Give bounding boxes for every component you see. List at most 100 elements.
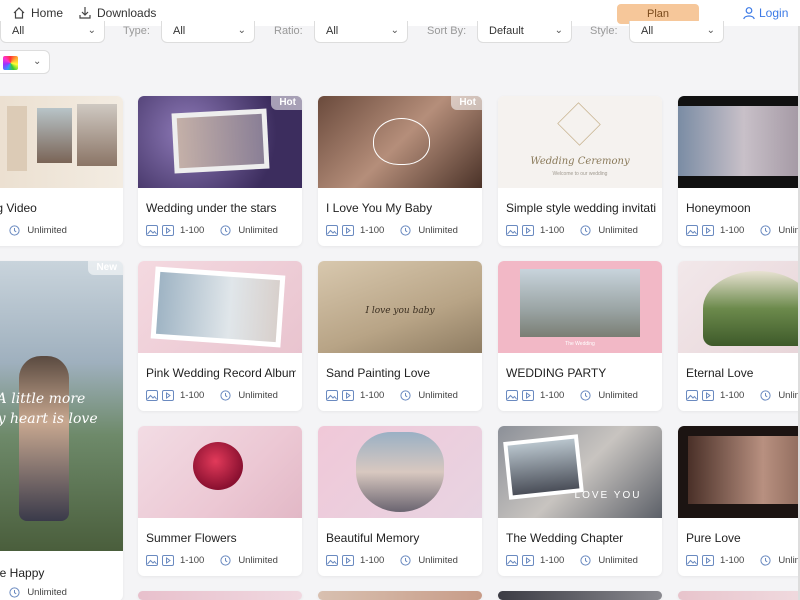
template-thumbnail — [138, 426, 302, 518]
template-meta: 1-100 Unlim — [686, 390, 800, 401]
template-card[interactable]: Honeymoon 1-100 Unlim — [678, 96, 800, 246]
clock-icon — [9, 587, 20, 598]
image-icon — [506, 225, 518, 236]
image-icon — [146, 225, 158, 236]
template-meta: 1-100 Unlimited — [0, 587, 67, 598]
template-thumbnail — [678, 96, 800, 188]
duration-label: Unlimited — [238, 390, 278, 401]
template-thumbnail: A little more my heart is love New — [0, 261, 123, 551]
image-icon — [146, 390, 158, 401]
template-title: Eternal Love — [686, 366, 754, 380]
clip-range: 1-100 — [720, 225, 745, 236]
duration-label: Unlimited — [598, 390, 638, 401]
clip-range: 1-100 — [540, 225, 565, 236]
clip-range: 1-100 — [540, 390, 565, 401]
template-title: WEDDING PARTY — [506, 366, 607, 380]
video-icon — [702, 390, 714, 401]
clip-range: 1-100 — [360, 225, 385, 236]
template-grid: edding Video 1-100 Unlimited Hot Wedding… — [0, 0, 800, 600]
chapter-caption: LOVE YOU — [574, 490, 642, 501]
template-meta: 1-100 Unlimited — [326, 555, 458, 566]
video-icon — [162, 390, 174, 401]
template-title: Pure Love — [686, 531, 741, 545]
template-card[interactable] — [138, 591, 302, 600]
video-icon — [702, 555, 714, 566]
template-card[interactable]: Wedding Ceremony Welcome to our wedding … — [498, 96, 662, 246]
template-meta: 1-100 Unlimited — [506, 555, 638, 566]
video-icon — [522, 390, 534, 401]
template-title: Simple style wedding invitati... — [506, 201, 656, 215]
duration-label: Unlimited — [598, 555, 638, 566]
video-icon — [702, 225, 714, 236]
template-thumbnail — [318, 426, 482, 518]
template-card[interactable]: The Wedding WEDDING PARTY 1-100 Unlimite… — [498, 261, 662, 411]
video-icon — [522, 225, 534, 236]
template-meta: 1-100 Unlimited — [146, 390, 278, 401]
template-thumbnail: Hot — [138, 96, 302, 188]
template-thumbnail: Hot — [318, 96, 482, 188]
ceremony-subtitle: Welcome to our wedding — [552, 171, 608, 177]
template-card[interactable]: Eternal Love 1-100 Unlim — [678, 261, 800, 411]
video-icon — [522, 555, 534, 566]
duration-label: Unlimited — [418, 225, 458, 236]
template-card[interactable]: Pure Love 1-100 Unlim — [678, 426, 800, 576]
image-icon — [326, 225, 338, 236]
image-icon — [686, 555, 698, 566]
template-card[interactable]: Hot Wedding under the stars 1-100 Unlimi… — [138, 96, 302, 246]
clock-icon — [760, 225, 771, 236]
clip-range: 1-100 — [720, 390, 745, 401]
template-title: Sand Painting Love — [326, 366, 431, 380]
duration-label: Unlimited — [418, 555, 458, 566]
duration-label: Unlim — [778, 390, 800, 401]
template-card[interactable]: Pink Wedding Record Album 1-100 Unlimite… — [138, 261, 302, 411]
duration-label: Unlim — [778, 225, 800, 236]
template-title: Pink Wedding Record Album — [146, 366, 296, 380]
hot-badge: Hot — [271, 96, 302, 110]
video-icon — [342, 390, 354, 401]
sand-caption: I love you baby — [365, 306, 435, 316]
duration-label: Unlimited — [27, 225, 67, 236]
template-thumbnail: Wedding Ceremony Welcome to our wedding — [498, 96, 662, 188]
template-card[interactable]: LOVE YOU The Wedding Chapter 1-100 Unlim… — [498, 426, 662, 576]
image-icon — [146, 555, 158, 566]
video-icon — [162, 225, 174, 236]
template-meta: 1-100 Unlim — [686, 225, 800, 236]
hot-badge: Hot — [451, 96, 482, 110]
ceremony-title: Wedding Ceremony — [530, 156, 630, 167]
clip-range: 1-100 — [180, 390, 205, 401]
template-card[interactable]: edding Video 1-100 Unlimited — [0, 96, 123, 246]
thumb-caption: A little more my heart is love — [0, 391, 98, 427]
template-meta: 1-100 Unlimited — [146, 225, 278, 236]
template-card[interactable]: Beautiful Memory 1-100 Unlimited — [318, 426, 482, 576]
template-card[interactable]: Hot I Love You My Baby 1-100 Unlimited — [318, 96, 482, 246]
template-title: I Love You My Baby — [326, 201, 433, 215]
clip-range: 1-100 — [720, 555, 745, 566]
duration-label: Unlimited — [238, 555, 278, 566]
video-icon — [342, 555, 354, 566]
template-thumbnail — [0, 96, 123, 188]
template-meta: 1-100 Unlimited — [326, 225, 458, 236]
template-thumbnail: The Wedding — [498, 261, 662, 353]
template-title: Honeymoon — [686, 201, 751, 215]
template-card[interactable]: A little more my heart is love New ake M… — [0, 261, 123, 600]
clip-range: 1-100 — [180, 225, 205, 236]
clock-icon — [220, 390, 231, 401]
template-title: Beautiful Memory — [326, 531, 420, 545]
template-meta: 1-100 Unlimited — [146, 555, 278, 566]
clock-icon — [580, 225, 591, 236]
duration-label: Unlimited — [238, 225, 278, 236]
video-icon — [162, 555, 174, 566]
template-card[interactable]: Summer Flowers 1-100 Unlimited — [138, 426, 302, 576]
template-card[interactable] — [498, 591, 662, 600]
clock-icon — [580, 390, 591, 401]
duration-label: Unlim — [778, 555, 800, 566]
clock-icon — [220, 555, 231, 566]
template-card[interactable] — [678, 591, 800, 600]
template-card[interactable]: I love you baby Sand Painting Love 1-100… — [318, 261, 482, 411]
clip-range: 1-100 — [180, 555, 205, 566]
template-card[interactable] — [318, 591, 482, 600]
duration-label: Unlimited — [598, 225, 638, 236]
clock-icon — [400, 390, 411, 401]
template-meta: 1-100 Unlimited — [506, 390, 638, 401]
template-meta: 1-100 Unlimited — [0, 225, 67, 236]
